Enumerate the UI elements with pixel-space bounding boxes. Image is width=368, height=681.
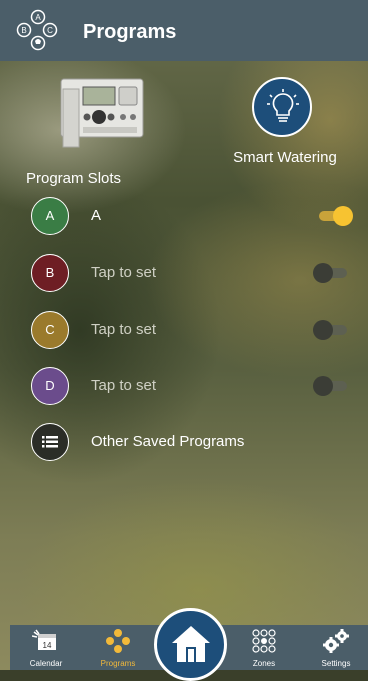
slot-toggle-d[interactable] [313, 376, 353, 396]
nav-settings-label: Settings [321, 659, 351, 668]
nav-calendar-label: Calendar [29, 659, 63, 668]
programs-icon [106, 629, 130, 653]
program-slot-b[interactable]: B Tap to set [0, 254, 368, 298]
program-slot-c[interactable]: C Tap to set [0, 311, 368, 355]
svg-text:A: A [35, 13, 41, 22]
other-saved-programs-label: Other Saved Programs [91, 433, 245, 450]
calendar-icon: 14 [32, 629, 56, 650]
settings-icon [323, 629, 349, 653]
svg-text:14: 14 [43, 641, 52, 650]
nav-programs[interactable]: Programs [86, 625, 150, 670]
slot-label-c: Tap to set [91, 321, 157, 338]
svg-text:C: C [47, 26, 53, 35]
controller-device-image [57, 75, 145, 153]
slot-label-a: A [91, 207, 102, 224]
home-icon [172, 626, 210, 662]
abcd-logo-icon[interactable]: AB C [12, 8, 60, 54]
nav-calendar[interactable]: 14 Calendar [14, 625, 78, 670]
slot-badge-a[interactable]: A [31, 197, 69, 235]
slot-toggle-b[interactable] [313, 263, 353, 283]
nav-settings[interactable]: Settings [304, 625, 368, 670]
program-slot-a[interactable]: A A [0, 197, 368, 241]
smart-watering-button[interactable] [252, 77, 312, 137]
slot-label-b: Tap to set [91, 264, 157, 281]
lightbulb-icon [267, 89, 299, 122]
slot-badge-d[interactable]: D [31, 367, 69, 405]
nav-zones-label: Zones [252, 659, 276, 668]
zones-icon [252, 629, 276, 653]
smart-watering-label: Smart Watering [233, 149, 337, 166]
list-icon[interactable] [31, 423, 69, 461]
slot-toggle-c[interactable] [313, 320, 353, 340]
slot-toggle-a[interactable] [313, 206, 353, 226]
app-header: AB C Programs [0, 0, 368, 61]
program-slots-title: Program Slots [26, 170, 122, 187]
other-saved-programs-row[interactable]: Other Saved Programs [0, 423, 368, 467]
slot-label-d: Tap to set [91, 377, 157, 394]
svg-text:B: B [21, 26, 26, 35]
home-button[interactable] [154, 608, 227, 681]
nav-zones[interactable]: Zones [232, 625, 296, 670]
page-title: Programs [83, 21, 177, 43]
program-slot-d[interactable]: D Tap to set [0, 367, 368, 411]
slot-badge-b[interactable]: B [31, 254, 69, 292]
slot-badge-c[interactable]: C [31, 311, 69, 349]
nav-programs-label: Programs [100, 659, 136, 668]
